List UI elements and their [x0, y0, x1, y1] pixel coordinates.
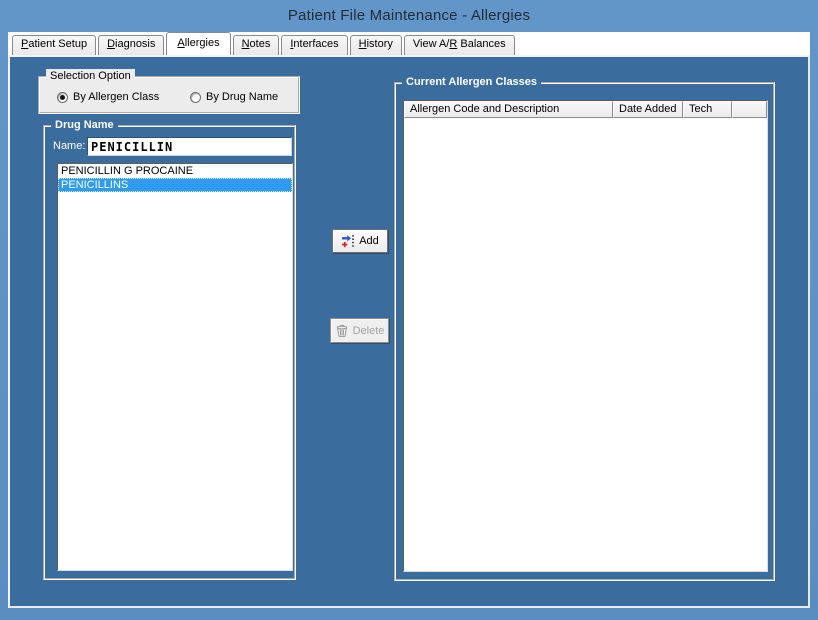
- radio-by-drug-name-label: By Drug Name: [206, 91, 278, 103]
- delete-button-label: Delete: [353, 325, 385, 337]
- add-button[interactable]: Add: [332, 229, 388, 253]
- column-header-tech[interactable]: Tech: [683, 101, 732, 118]
- name-field-label: Name:: [53, 140, 85, 152]
- drug-name-input[interactable]: [87, 137, 292, 156]
- radio-by-allergen-class-label: By Allergen Class: [73, 91, 159, 103]
- current-allergen-classes-label: Current Allergen Classes: [402, 75, 541, 89]
- selection-option-label: Selection Option: [46, 69, 135, 83]
- drug-name-listbox: PENICILLIN G PROCAINE PENICILLINS: [57, 163, 293, 571]
- tab-allergies[interactable]: Allergies: [166, 32, 230, 55]
- column-header-allergen-code[interactable]: Allergen Code and Description: [404, 101, 613, 118]
- tab-history[interactable]: History: [350, 35, 402, 55]
- selection-option-group: Selection Option By Allergen Class By Dr…: [38, 76, 300, 114]
- tab-control: Patient Setup Diagnosis Allergies Notes …: [8, 32, 810, 608]
- allergies-tab-page: Selection Option By Allergen Class By Dr…: [8, 55, 810, 608]
- column-header-empty: [732, 101, 767, 118]
- allergen-grid-body: [404, 118, 767, 571]
- window-title: Patient File Maintenance - Allergies: [288, 7, 530, 24]
- add-to-list-icon: [341, 234, 355, 248]
- radio-selected-icon: [57, 92, 68, 103]
- tab-patient-setup[interactable]: Patient Setup: [12, 35, 96, 55]
- titlebar: Patient File Maintenance - Allergies: [0, 0, 818, 30]
- add-button-label: Add: [359, 235, 379, 247]
- tab-notes[interactable]: Notes: [233, 35, 280, 55]
- drug-name-group-label: Drug Name: [51, 118, 118, 132]
- current-allergen-classes-group: Current Allergen Classes Allergen Code a…: [394, 82, 775, 581]
- tab-strip: Patient Setup Diagnosis Allergies Notes …: [8, 32, 810, 55]
- radio-unselected-icon: [190, 92, 201, 103]
- trash-icon: [335, 324, 349, 338]
- allergen-grid: Allergen Code and Description Date Added…: [403, 100, 768, 572]
- radio-by-allergen-class[interactable]: By Allergen Class: [57, 91, 159, 103]
- list-item-selected[interactable]: PENICILLINS: [58, 178, 292, 192]
- delete-button[interactable]: Delete: [330, 318, 389, 343]
- selection-radio-row: By Allergen Class By Drug Name: [40, 91, 298, 107]
- tab-view-ar-balances[interactable]: View A/R Balances: [404, 35, 515, 55]
- allergen-grid-header: Allergen Code and Description Date Added…: [404, 101, 767, 118]
- tab-diagnosis[interactable]: Diagnosis: [98, 35, 164, 55]
- drug-name-group: Drug Name Name: PENICILLIN G PROCAINE PE…: [43, 125, 296, 580]
- radio-by-drug-name[interactable]: By Drug Name: [190, 91, 278, 103]
- tab-interfaces[interactable]: Interfaces: [281, 35, 347, 55]
- list-item[interactable]: PENICILLIN G PROCAINE: [58, 164, 292, 178]
- column-header-date-added[interactable]: Date Added: [613, 101, 683, 118]
- patient-file-maintenance-window: Patient File Maintenance - Allergies Pat…: [0, 0, 818, 620]
